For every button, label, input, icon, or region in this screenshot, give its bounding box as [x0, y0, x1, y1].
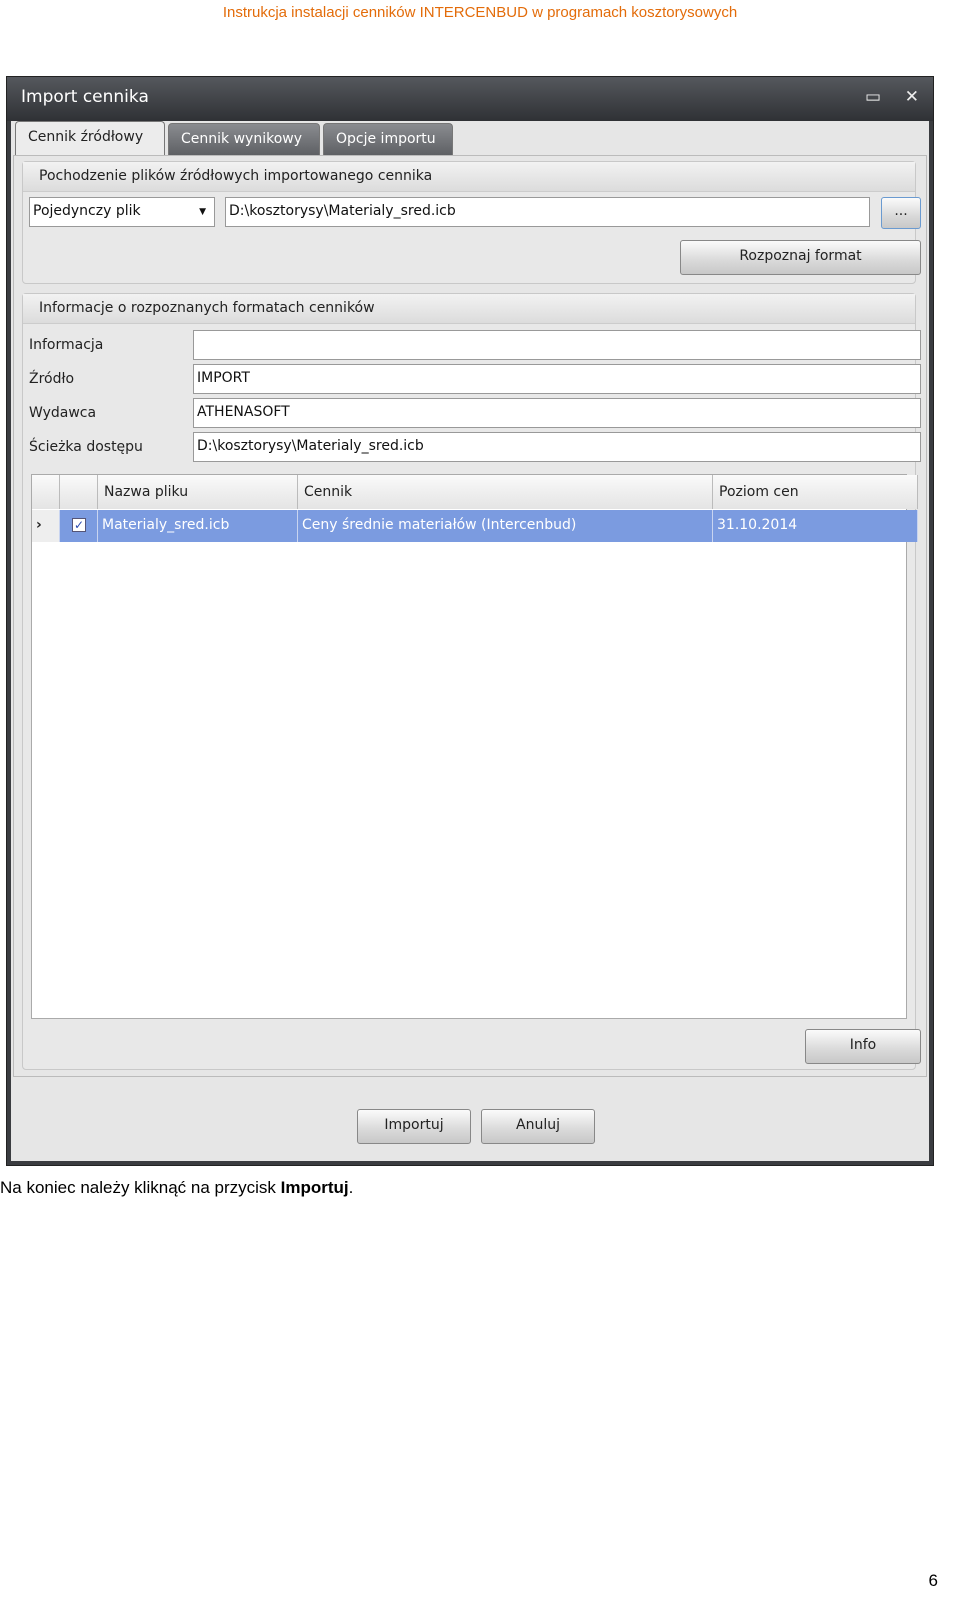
tab-result[interactable]: Cennik wynikowy	[168, 123, 320, 155]
label-zrodlo: Źródło	[29, 371, 75, 387]
row-indicator-header	[32, 475, 60, 509]
source-group-title: Pochodzenie plików źródłowych importowan…	[23, 162, 915, 192]
cell-poziom[interactable]: 31.10.2014	[713, 510, 918, 542]
cell-file[interactable]: Materialy_sred.icb	[98, 510, 298, 542]
col-nazwa-pliku[interactable]: Nazwa pliku	[98, 475, 298, 509]
close-icon[interactable]: ✕	[905, 87, 919, 107]
tab-source[interactable]: Cennik źródłowy	[15, 121, 165, 156]
col-poziom-cen[interactable]: Poziom cen	[713, 475, 918, 509]
zrodlo-field: IMPORT	[193, 364, 921, 394]
files-grid: Nazwa pliku Cennik Poziom cen › ✓ Materi…	[31, 474, 918, 1019]
import-button[interactable]: Importuj	[357, 1109, 471, 1144]
browse-button[interactable]: ...	[881, 197, 921, 229]
tab-options[interactable]: Opcje importu	[323, 123, 453, 155]
caption-text: Na koniec należy kliknąć na przycisk	[0, 1178, 281, 1197]
informacja-field	[193, 330, 921, 360]
row-checkbox[interactable]: ✓	[60, 510, 98, 542]
col-cennik[interactable]: Cennik	[298, 475, 713, 509]
info-button[interactable]: Info	[805, 1029, 921, 1064]
page-number: 6	[928, 1571, 938, 1590]
label-sciezka: Ścieżka dostępu	[29, 439, 143, 455]
page-header: Instrukcja instalacji cenników INTERCENB…	[222, 4, 738, 21]
caption: Na koniec należy kliknąć na przycisk Imp…	[0, 1178, 353, 1198]
wydawca-field: ATHENASOFT	[193, 398, 921, 428]
check-header	[60, 475, 98, 509]
checkbox-checked-icon: ✓	[72, 518, 86, 532]
sciezka-field: D:\kosztorysy\Materialy_sred.icb	[193, 432, 921, 462]
maximize-icon[interactable]: ▭	[865, 87, 881, 107]
info-group: Informacje o rozpoznanych formatach cenn…	[22, 293, 921, 1070]
dialog-title: Import cennika	[7, 77, 933, 121]
path-input[interactable]: D:\kosztorysy\Materialy_sred.icb	[225, 197, 870, 227]
label-wydawca: Wydawca	[29, 405, 97, 421]
source-group: Pochodzenie plików źródłowych importowan…	[22, 161, 921, 284]
recognize-format-button[interactable]: Rozpoznaj format	[680, 240, 921, 275]
cell-cennik[interactable]: Ceny średnie materiałów (Intercenbud)	[298, 510, 713, 542]
info-group-title: Informacje o rozpoznanych formatach cenn…	[23, 294, 915, 324]
label-informacja: Informacja	[29, 337, 104, 353]
cancel-button[interactable]: Anuluj	[481, 1109, 595, 1144]
caption-bold: Importuj	[280, 1178, 349, 1197]
mode-value: Pojedynczy plik	[33, 203, 141, 219]
caption-end: .	[348, 1178, 354, 1197]
import-dialog: Import cennika ▭ ✕ Cennik źródłowy Cenni…	[6, 76, 934, 1166]
chevron-down-icon: ▼	[199, 207, 206, 217]
row-pointer-icon: ›	[32, 510, 60, 542]
mode-select[interactable]: Pojedynczy plik ▼	[29, 197, 215, 227]
